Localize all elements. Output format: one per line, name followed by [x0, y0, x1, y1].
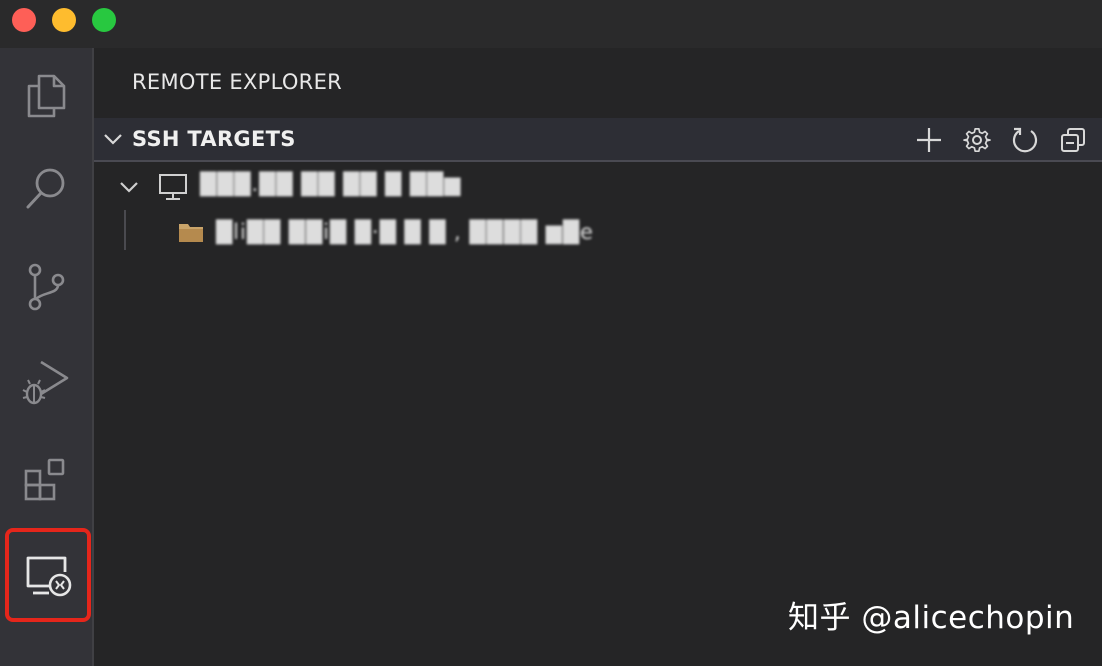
ssh-host-label: ███.██ ██ ██ █ ██▆ [200, 172, 462, 196]
activity-source-control[interactable] [0, 240, 92, 334]
refresh-button[interactable] [1008, 124, 1042, 156]
source-control-icon [28, 263, 65, 311]
refresh-icon [1012, 127, 1038, 153]
chevron-down-icon[interactable] [118, 176, 140, 198]
activity-search[interactable] [0, 142, 92, 236]
add-new-ssh-host-button[interactable] [912, 124, 946, 156]
remote-explorer-icon [26, 556, 72, 597]
remote-folder-row[interactable]: █li██ ██i█ █·█ █ █ , ████ ▆█e [94, 210, 1102, 256]
remote-explorer-sidebar: REMOTE EXPLORER SSH TARGETS ███.██ ██ ██… [94, 48, 1102, 666]
activity-remote-explorer[interactable] [5, 528, 91, 622]
monitor-icon [159, 174, 187, 200]
collapse-all-icon [1061, 128, 1085, 152]
ssh-host-row[interactable]: ███.██ ██ ██ █ ██▆ [94, 164, 1102, 210]
activity-bar [0, 48, 94, 666]
files-icon [27, 74, 66, 118]
gear-icon [963, 128, 991, 153]
vscode-window: REMOTE EXPLORER SSH TARGETS ███.██ ██ ██… [0, 0, 1102, 666]
activity-run-debug[interactable] [0, 336, 92, 430]
zoom-window-button[interactable] [92, 8, 116, 32]
section-title: SSH TARGETS [132, 127, 296, 151]
configure-button[interactable] [960, 124, 994, 156]
search-icon [26, 168, 65, 209]
folder-icon [179, 224, 203, 242]
add-icon [917, 128, 941, 152]
ssh-targets-section-header[interactable]: SSH TARGETS [94, 118, 1102, 162]
chevron-down-icon[interactable] [102, 128, 124, 150]
extensions-icon [24, 458, 65, 501]
close-window-button[interactable] [12, 8, 36, 32]
watermark: 知乎 @alicechopin [788, 600, 1075, 636]
sidebar-title: REMOTE EXPLORER [132, 70, 343, 94]
section-actions [912, 124, 1090, 156]
minimize-window-button[interactable] [52, 8, 76, 32]
collapse-all-button[interactable] [1056, 124, 1090, 156]
activity-extensions[interactable] [0, 432, 92, 526]
activity-explorer[interactable] [0, 48, 92, 142]
title-bar [0, 0, 1102, 48]
run-debug-icon [22, 360, 69, 405]
remote-folder-label: █li██ ██i█ █·█ █ █ , ████ ▆█e [216, 220, 594, 244]
